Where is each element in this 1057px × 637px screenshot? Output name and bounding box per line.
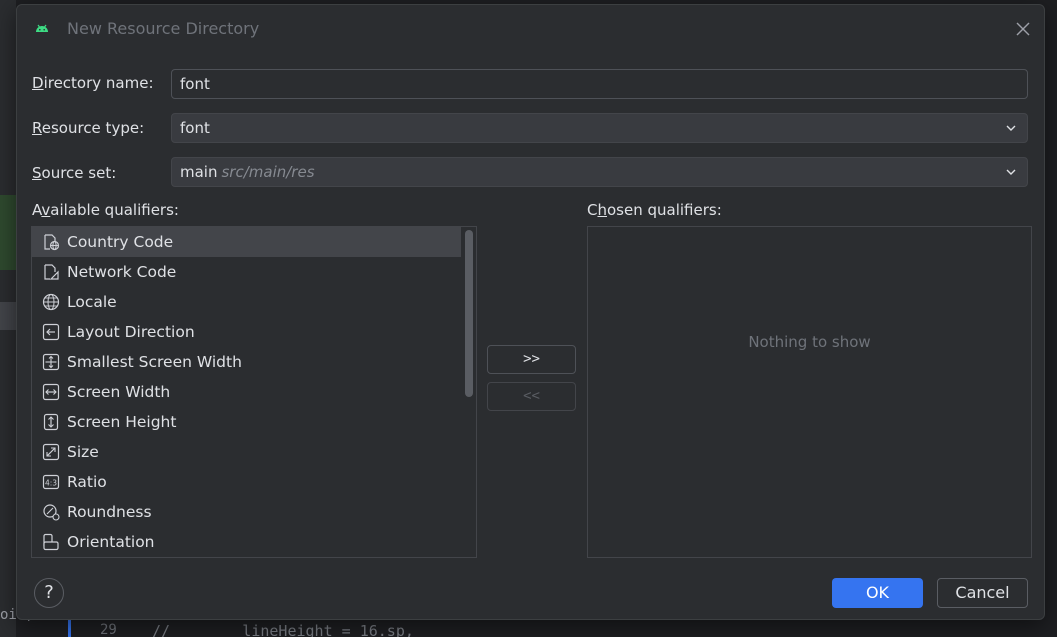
source-set-select[interactable]: main src/main/res <box>171 157 1028 187</box>
available-qualifiers-list[interactable]: Country Code Network Code Locale Layout … <box>31 226 477 558</box>
list-item-label: Locale <box>67 293 117 311</box>
source-set-path-hint: src/main/res <box>221 163 315 181</box>
layout-direction-icon <box>42 323 60 341</box>
list-scrollbar-thumb[interactable] <box>465 230 473 397</box>
list-item-label: Roundness <box>67 503 152 521</box>
size-icon <box>42 443 60 461</box>
list-item-label: Orientation <box>67 533 155 551</box>
directory-name-label: Directory name: <box>32 74 154 92</box>
available-qualifiers-label: Available qualifiers: <box>32 201 179 219</box>
globe-icon <box>42 293 60 311</box>
ide-code-line: // lineHeight = 16.sp, <box>152 622 414 637</box>
smallest-width-icon <box>42 353 60 371</box>
list-item-label: Size <box>67 443 99 461</box>
chevron-down-icon <box>1006 169 1016 175</box>
screen-width-icon <box>42 383 60 401</box>
roundness-icon <box>43 504 60 521</box>
android-icon <box>36 24 48 32</box>
chevron-down-icon <box>1006 125 1016 131</box>
add-qualifier-button[interactable]: >> <box>487 345 576 374</box>
list-item[interactable]: Orientation <box>32 527 476 557</box>
new-resource-directory-dialog: New Resource Directory Directory name: f… <box>16 4 1045 620</box>
ide-line-number: 29 <box>100 622 117 637</box>
remove-qualifier-button[interactable]: << <box>487 382 576 411</box>
list-item-label: Screen Width <box>67 383 171 401</box>
directory-name-value: font <box>180 75 210 93</box>
ratio-icon: 4:3 <box>42 474 60 490</box>
list-item[interactable]: 4:3 Ratio <box>32 467 476 497</box>
list-item[interactable]: Smallest Screen Width <box>32 347 476 377</box>
chosen-qualifiers-label: Chosen qualifiers: <box>587 201 722 219</box>
dialog-titlebar[interactable]: New Resource Directory <box>17 5 1044 53</box>
list-item[interactable]: Country Code <box>32 227 461 257</box>
source-set-label: Source set: <box>32 164 117 182</box>
list-item[interactable]: Screen Width <box>32 377 476 407</box>
chosen-qualifiers-list[interactable]: Nothing to show <box>587 226 1032 558</box>
network-code-icon <box>44 264 59 280</box>
svg-text:4:3: 4:3 <box>45 479 57 488</box>
list-item-label: Ratio <box>67 473 107 491</box>
list-item-label: Smallest Screen Width <box>67 353 242 371</box>
list-item[interactable]: Network Code <box>32 257 476 287</box>
dialog-title: New Resource Directory <box>67 19 260 38</box>
list-item[interactable]: Roundness <box>32 497 476 527</box>
list-item-label: Network Code <box>67 263 177 281</box>
help-button[interactable]: ? <box>34 578 64 608</box>
source-set-value: main <box>180 163 218 181</box>
list-item[interactable]: Locale <box>32 287 476 317</box>
close-icon[interactable] <box>1014 20 1032 38</box>
directory-name-input[interactable]: font <box>171 69 1028 99</box>
empty-state-text: Nothing to show <box>748 333 871 351</box>
resource-type-select[interactable]: font <box>171 113 1028 143</box>
orientation-icon <box>43 533 59 551</box>
list-item[interactable]: Size <box>32 437 476 467</box>
list-item[interactable]: Layout Direction <box>32 317 476 347</box>
screen-height-icon <box>43 413 59 431</box>
ide-background-highlight <box>0 195 16 270</box>
ok-button[interactable]: OK <box>832 578 923 608</box>
ide-background-selection <box>0 302 16 330</box>
list-item-label: Layout Direction <box>67 323 195 341</box>
list-item[interactable]: Screen Height <box>32 407 476 437</box>
country-code-icon <box>44 234 60 251</box>
resource-type-value: font <box>180 119 210 137</box>
list-item-label: Screen Height <box>67 413 177 431</box>
resource-type-label: Resource type: <box>32 119 145 137</box>
list-item-label: Country Code <box>67 233 174 251</box>
cancel-button[interactable]: Cancel <box>937 578 1028 608</box>
